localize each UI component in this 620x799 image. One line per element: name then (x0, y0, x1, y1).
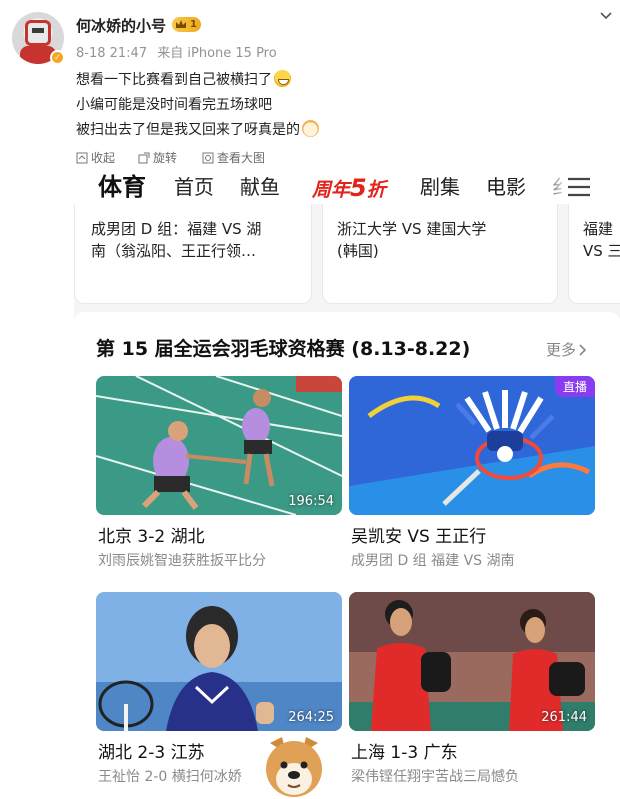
image-toolbar: 收起 旋转 查看大图 (0, 140, 620, 174)
collapse-button[interactable]: 收起 (76, 149, 115, 166)
nav-tab-xianyu[interactable]: 献鱼 (240, 172, 280, 202)
vip-badge[interactable]: 1 (172, 17, 201, 32)
rotate-icon (138, 152, 150, 163)
username[interactable]: 何冰娇的小号 (76, 15, 166, 36)
match-card[interactable]: 浙江大学 VS 建国大学 (韩国) (322, 204, 558, 304)
live-badge: 直播 (554, 376, 595, 397)
promo-number: 5 (350, 174, 367, 202)
nav-fade (539, 172, 569, 204)
video-tile[interactable]: 196:54 北京 3-2 湖北 刘雨辰姚智迪获胜扳平比分 (96, 376, 342, 569)
robot-head-shape (25, 20, 51, 46)
video-title[interactable]: 吴凯安 VS 王正行 (351, 522, 486, 547)
post-time: 8-18 21:47 (76, 46, 148, 61)
more-label: 更多 (546, 341, 577, 359)
video-title[interactable]: 上海 1-3 广东 (351, 738, 458, 763)
match-card-line2: (韩国) (337, 242, 379, 260)
video-title[interactable]: 北京 3-2 湖北 (98, 522, 205, 547)
video-thumbnail[interactable]: 196:54 (96, 376, 342, 515)
post-source[interactable]: 来自 iPhone 15 Pro (157, 46, 276, 61)
nav-promo-anniversary[interactable]: 周年5折 (312, 175, 386, 203)
collapse-icon (76, 152, 88, 163)
chevron-down-icon[interactable] (598, 8, 614, 24)
video-duration: 264:25 (288, 710, 334, 725)
match-card-line1: 浙江大学 VS 建国大学 (337, 220, 487, 238)
menu-icon[interactable] (566, 176, 592, 198)
embedded-screenshot[interactable]: 体育 首页 献鱼 周年5折 剧集 电影 纟 成男团 D 组：福建 VS 湖 南（… (74, 172, 620, 799)
rotate-button[interactable]: 旋转 (138, 149, 177, 166)
match-card[interactable]: 福建 VS 三 (568, 204, 620, 304)
video-subtitle: 成男团 D 组 福建 VS 湖南 (351, 553, 515, 569)
badminton-section: 第 15 届全运会羽毛球资格赛 (8.13-8.22) 更多 196:54 北京… (74, 312, 620, 799)
video-thumbnail[interactable]: 264:25 (96, 592, 342, 731)
video-subtitle: 梁伟铿任翔宇苦战三局憾负 (351, 769, 519, 785)
collapse-label: 收起 (91, 151, 116, 165)
cat-emoji-icon (302, 120, 319, 137)
video-duration: 196:54 (288, 494, 334, 509)
video-duration: 261:44 (541, 710, 587, 725)
promo-suffix: 折 (366, 179, 386, 201)
video-subtitle: 刘雨辰姚智迪获胜扳平比分 (98, 553, 266, 569)
nav-tab-sports[interactable]: 体育 (98, 172, 146, 202)
match-card[interactable]: 成男团 D 组：福建 VS 湖 南（翁泓阳、王正行领… (74, 204, 312, 304)
post-line-1: 想看一下比赛看到自己被横扫了 (76, 72, 272, 88)
post-meta: 8-18 21:47 来自 iPhone 15 Pro (76, 42, 283, 61)
channel-nav: 体育 首页 献鱼 周年5折 剧集 电影 纟 (74, 172, 620, 204)
match-card-line1: 福建 (583, 220, 614, 238)
post-text: 想看一下比赛看到自己被横扫了 小编可能是没时间看完五场球吧 被扫出去了但是我又回… (76, 68, 319, 143)
view-large-label: 查看大图 (217, 151, 266, 165)
post-line-3: 被扫出去了但是我又回来了呀真是的 (76, 122, 300, 138)
more-link[interactable]: 更多 (546, 339, 588, 360)
match-card-line1: 成男团 D 组：福建 VS 湖 (91, 220, 262, 238)
video-title[interactable]: 湖北 2-3 江苏 (98, 738, 205, 763)
rotate-label: 旋转 (153, 151, 178, 165)
video-thumbnail[interactable]: 直播 (349, 376, 595, 515)
view-large-button[interactable]: 查看大图 (202, 149, 265, 166)
promo-text: 周年 (312, 179, 351, 201)
grin-sweat-emoji-icon (274, 70, 291, 87)
crown-icon (176, 20, 186, 28)
nav-tab-home[interactable]: 首页 (174, 172, 214, 202)
section-title: 第 15 届全运会羽毛球资格赛 (8.13-8.22) (96, 338, 471, 360)
nav-tab-movies[interactable]: 电影 (486, 172, 526, 202)
match-card-line2: VS 三 (583, 242, 620, 260)
weibo-post: ✓ 何冰娇的小号 1 8-18 21:47 来自 iPhone 15 Pro 想… (0, 0, 620, 150)
chevron-right-icon (579, 343, 587, 356)
video-thumbnail[interactable]: 261:44 (349, 592, 595, 731)
badminton-poster-thumbnail-image (349, 376, 595, 515)
match-card-line2: 南（翁泓阳、王正行领… (91, 242, 257, 260)
match-card-strip: 成男团 D 组：福建 VS 湖 南（翁泓阳、王正行领… 浙江大学 VS 建国大学… (74, 204, 620, 304)
nav-tab-series[interactable]: 剧集 (420, 172, 460, 202)
video-tile[interactable]: 261:44 上海 1-3 广东 梁伟铿任翔宇苦战三局憾负 (349, 592, 595, 785)
verified-badge-icon: ✓ (50, 50, 65, 65)
video-subtitle: 王祉怡 2-0 横扫何冰娇 (98, 769, 242, 785)
vip-level: 1 (190, 19, 197, 30)
doge-sticker-icon (266, 737, 322, 797)
video-tile[interactable]: 直播 吴凯安 VS 王正行 成男团 D 组 福建 VS 湖南 (349, 376, 595, 569)
video-tile[interactable]: 264:25 湖北 2-3 江苏 王祉怡 2-0 横扫何冰娇 (96, 592, 342, 785)
view-large-icon (202, 152, 214, 163)
post-line-2: 小编可能是没时间看完五场球吧 (76, 97, 272, 113)
robot-visor-shape (32, 28, 44, 33)
